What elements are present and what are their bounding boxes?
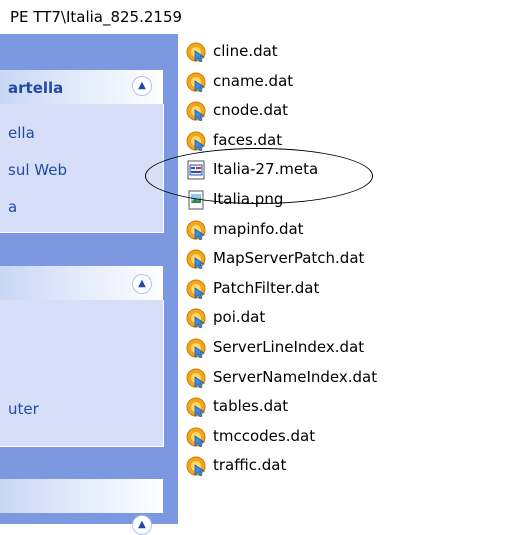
dat-file-icon (186, 131, 206, 152)
file-name: PatchFilter.dat (213, 278, 320, 297)
file-item[interactable]: PatchFilter.dat (186, 277, 486, 301)
file-name: tables.dat (213, 397, 289, 416)
file-name: poi.dat (213, 308, 266, 327)
file-item[interactable]: tables.dat (186, 395, 486, 419)
file-name: cline.dat (213, 42, 278, 60)
file-item[interactable]: ServerLineIndex.dat (186, 336, 486, 360)
file-name: tmccodes.dat (213, 426, 316, 445)
task-link-1[interactable]: ella (8, 124, 35, 142)
file-item[interactable]: mapinfo.dat (186, 218, 486, 242)
file-name: MapServerPatch.dat (213, 249, 365, 268)
task-link-2[interactable]: sul Web (8, 161, 67, 179)
dat-file-icon (186, 427, 206, 448)
task-group-body-other: uter (0, 300, 164, 447)
file-name: cnode.dat (213, 101, 289, 120)
collapse-chevron-icon[interactable]: ▲ (132, 76, 152, 96)
file-name: ServerLineIndex.dat (213, 338, 365, 356)
task-pane: artella ▲ ella sul Web a ▲ uter ▲ (0, 34, 178, 535)
file-name: mapinfo.dat (213, 219, 304, 238)
dat-file-icon (186, 368, 206, 389)
dat-file-icon (186, 42, 206, 63)
task-group-header-folder[interactable]: artella ▲ (0, 70, 163, 104)
dat-file-icon (186, 338, 206, 359)
dat-file-icon (186, 72, 206, 93)
file-item[interactable]: poi.dat (186, 306, 486, 330)
task-group-body-folder: ella sul Web a (0, 104, 164, 233)
file-item[interactable]: traffic.dat (186, 454, 486, 478)
address-path: PE TT7\Italia_825.2159 (10, 8, 183, 26)
file-name: cname.dat (213, 71, 294, 90)
dat-file-icon (186, 101, 206, 122)
dat-file-icon (186, 456, 206, 477)
collapse-chevron-icon[interactable]: ▲ (132, 515, 152, 535)
address-bar[interactable]: PE TT7\Italia_825.2159 (0, 0, 507, 34)
task-group-header-details[interactable]: ▲ (0, 479, 163, 535)
dat-file-icon (186, 279, 206, 300)
task-group-title: artella (8, 79, 64, 97)
highlight-ellipse (145, 148, 373, 204)
dat-file-icon (186, 308, 206, 329)
file-name: traffic.dat (213, 456, 287, 475)
dat-file-icon (186, 397, 206, 418)
task-group-header-other[interactable]: ▲ (0, 266, 163, 300)
file-name: faces.dat (213, 130, 283, 149)
file-item[interactable]: cname.dat (186, 70, 486, 94)
file-item[interactable]: cline.dat (186, 40, 486, 64)
task-link-4[interactable]: uter (8, 400, 39, 418)
task-link-3[interactable]: a (8, 198, 17, 216)
dat-file-icon (186, 249, 206, 270)
file-item[interactable]: tmccodes.dat (186, 425, 486, 449)
file-name: ServerNameIndex.dat (213, 367, 378, 386)
dat-file-icon (186, 220, 206, 241)
collapse-chevron-icon[interactable]: ▲ (132, 274, 152, 294)
file-item[interactable]: cnode.dat (186, 99, 486, 123)
file-item[interactable]: ServerNameIndex.dat (186, 366, 486, 390)
file-item[interactable]: MapServerPatch.dat (186, 247, 486, 271)
